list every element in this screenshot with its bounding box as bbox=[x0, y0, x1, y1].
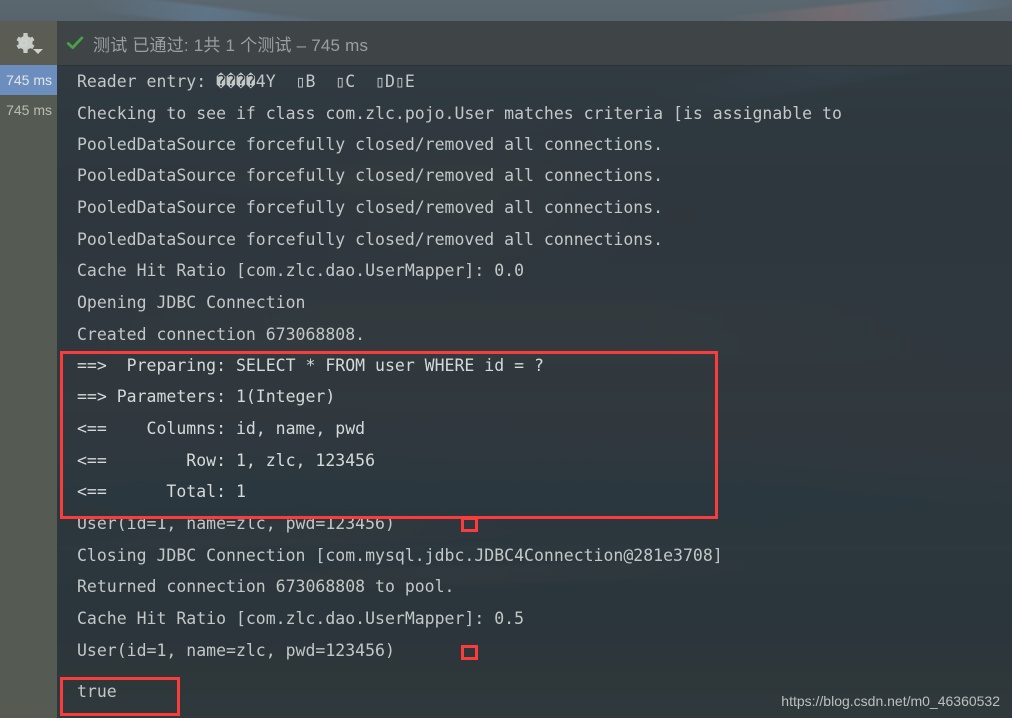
chevron-down-icon[interactable] bbox=[33, 49, 43, 54]
test-duration-label: 745 ms bbox=[6, 102, 52, 118]
console-line: Returned connection 673068808 to pool. bbox=[77, 577, 455, 596]
console-line: Reader entry: ����4Y ▯B ▯C ▯D▯E bbox=[77, 72, 415, 91]
console-lines: Reader entry: ����4Y ▯B ▯C ▯D▯E Checking… bbox=[57, 65, 1012, 718]
test-tree-row[interactable]: 745 ms bbox=[0, 95, 57, 125]
run-toolbar bbox=[0, 21, 57, 65]
console-line: Created connection 673068808. bbox=[77, 325, 366, 344]
console-line: PooledDataSource forcefully closed/remov… bbox=[77, 198, 664, 217]
console-line-sql-preparing: ==> Preparing: SELECT * FROM user WHERE … bbox=[77, 356, 544, 375]
console-line-sql-total: <== Total: 1 bbox=[77, 482, 246, 501]
test-status-bar: 测试 已通过: 1共 1 个测试 – 745 ms bbox=[57, 21, 1012, 66]
test-duration-label: 745 ms bbox=[6, 72, 52, 88]
console-line: Cache Hit Ratio [com.zlc.dao.UserMapper]… bbox=[77, 609, 525, 628]
user-output-marker bbox=[461, 645, 478, 660]
test-status-text: 测试 已通过: 1共 1 个测试 – 745 ms bbox=[93, 35, 369, 55]
test-tree-sidebar: 745 ms 745 ms bbox=[0, 65, 57, 718]
test-tree-row[interactable]: 745 ms bbox=[0, 65, 57, 95]
console-line-user-output: User(id=1, name=zlc, pwd=123456) bbox=[77, 514, 395, 533]
console-line: PooledDataSource forcefully closed/remov… bbox=[77, 135, 664, 154]
check-mark-icon bbox=[66, 36, 84, 50]
console-line: PooledDataSource forcefully closed/remov… bbox=[77, 166, 664, 185]
console-output-panel[interactable]: Reader entry: ����4Y ▯B ▯C ▯D▯E Checking… bbox=[57, 65, 1012, 718]
console-line-user-output: User(id=1, name=zlc, pwd=123456) bbox=[77, 641, 395, 660]
user-output-marker bbox=[461, 517, 478, 532]
console-line-sql-row: <== Row: 1, zlc, 123456 bbox=[77, 451, 376, 470]
console-line: PooledDataSource forcefully closed/remov… bbox=[77, 230, 664, 249]
console-line-boolean-result: true bbox=[77, 682, 117, 701]
console-line: Closing JDBC Connection [com.mysql.jdbc.… bbox=[77, 546, 723, 565]
console-line-sql-parameters: ==> Parameters: 1(Integer) bbox=[77, 387, 336, 406]
run-tool-window: 测试 已通过: 1共 1 个测试 – 745 ms 745 ms 745 ms … bbox=[0, 21, 1012, 718]
watermark-url: https://blog.csdn.net/m0_46360532 bbox=[781, 693, 1000, 709]
console-line: Cache Hit Ratio [com.zlc.dao.UserMapper]… bbox=[77, 261, 525, 280]
console-line: Checking to see if class com.zlc.pojo.Us… bbox=[77, 104, 842, 123]
console-line: Opening JDBC Connection bbox=[77, 293, 306, 312]
console-line-sql-columns: <== Columns: id, name, pwd bbox=[77, 419, 366, 438]
